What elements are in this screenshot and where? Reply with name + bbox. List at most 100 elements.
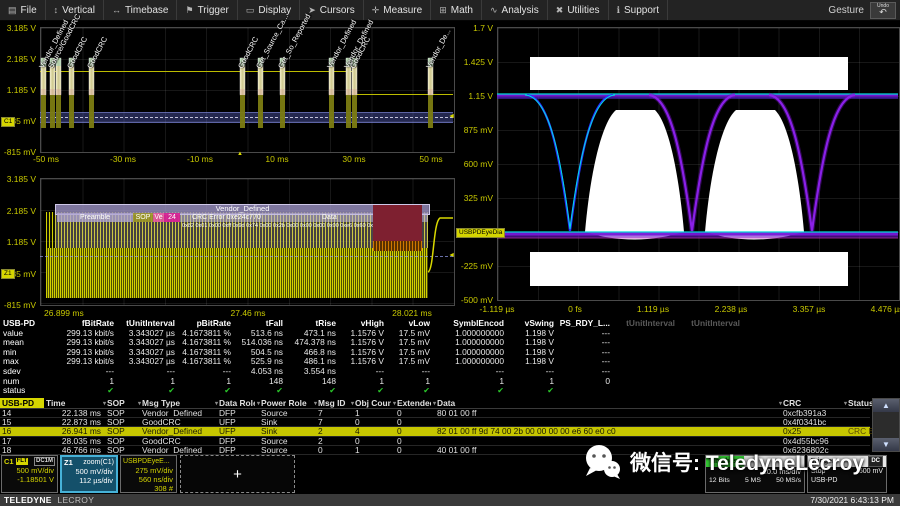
sort-arrow-icon: ▾ bbox=[138, 401, 141, 407]
menu-item-measure[interactable]: ✛Measure bbox=[364, 0, 431, 20]
protocol-row[interactable]: 1626.941 msSOPVendor_DefinedUFPSink24082… bbox=[0, 427, 870, 436]
zoom-plot-y-label: 2.185 V bbox=[0, 206, 36, 216]
measure-value: 1 bbox=[433, 377, 507, 387]
burst-low-segment bbox=[240, 95, 245, 128]
watermark-text: 微信号: TeledyneLecroy bbox=[630, 447, 864, 477]
main-waveform-plot[interactable]: Vendor_DefinedSource/GoodCRCGoodCRCGoodC… bbox=[0, 21, 455, 171]
protocol-cell: 26.941 ms bbox=[44, 427, 105, 435]
undo-icon: ↶ bbox=[879, 8, 887, 17]
burst-low-segment bbox=[352, 95, 357, 128]
protocol-row[interactable]: 1422.138 msSOPVendor_DefinedDFPSource710… bbox=[0, 409, 870, 418]
protocol-cell: 80 01 00 ff bbox=[435, 409, 781, 417]
menu-item-support[interactable]: ℹSupport bbox=[609, 0, 668, 20]
protocol-column-header[interactable]: ▾Data bbox=[431, 398, 777, 408]
decoded-packet-burst[interactable] bbox=[56, 58, 61, 128]
z1-ground-marker[interactable]: Z1 bbox=[1, 269, 15, 279]
measure-value bbox=[678, 367, 743, 377]
measure-value: --- bbox=[433, 367, 507, 377]
protocol-cell: 0 bbox=[395, 446, 435, 454]
scroll-up-icon[interactable]: ▲ bbox=[873, 399, 899, 412]
protocol-column-header[interactable]: ▾SOP bbox=[101, 398, 136, 408]
menu-item-label: Display bbox=[258, 5, 291, 16]
protocol-header-label: Obj Count bbox=[355, 398, 391, 408]
menu-item-math[interactable]: ⊞Math bbox=[431, 0, 482, 20]
measure-column-header[interactable]: tUnitInterval bbox=[678, 319, 743, 329]
measure-value: --- bbox=[117, 367, 178, 377]
eye-trace-descriptor[interactable]: USBPDEyeE... 275 mV/div 560 ns/div 308 # bbox=[120, 455, 177, 493]
menu-item-display[interactable]: ▭Display bbox=[238, 0, 300, 20]
protocol-scrollbar[interactable]: ▲ ▼ bbox=[872, 398, 900, 452]
protocol-column-header[interactable]: ▾CRC bbox=[777, 398, 842, 408]
protocol-column-header[interactable]: ▾Obj Count bbox=[349, 398, 391, 408]
menu-item-timebase[interactable]: ↔Timebase bbox=[104, 0, 178, 20]
protocol-column-header[interactable]: ▾Extended bbox=[391, 398, 431, 408]
decode-field-vendor[interactable]: Ve bbox=[153, 213, 164, 222]
zoom-region-highlight[interactable] bbox=[40, 112, 453, 123]
eye-trace-badge[interactable]: USBPDEyeDia bbox=[456, 228, 505, 238]
menu-item-file[interactable]: ▤File bbox=[0, 0, 46, 20]
main-plot-x-label: -10 ms bbox=[180, 154, 220, 164]
measure-value: ✔ bbox=[387, 386, 433, 396]
protocol-row[interactable]: 1522.873 msSOPGoodCRCUFPSink7000x4f0341b… bbox=[0, 418, 870, 427]
protocol-cell: Source bbox=[259, 446, 316, 454]
protocol-cell: Vendor_Defined bbox=[140, 409, 217, 417]
protocol-cell: Vendor_Defined bbox=[140, 427, 217, 435]
measure-row-max: max299.13 kbit/s3.343027 µs4.1673811 %52… bbox=[0, 357, 900, 367]
decode-crc-error-label: CRC Error 0xe24c770 bbox=[192, 214, 261, 221]
measure-value bbox=[678, 377, 743, 387]
protocol-cell: DFP bbox=[217, 437, 259, 445]
undo-button[interactable]: Undo ↶ bbox=[870, 2, 896, 19]
c1-channel-descriptor[interactable]: C1 FLT DC1M 500 mV/div -1.18501 V bbox=[1, 455, 58, 493]
protocol-cell: 0 bbox=[316, 446, 353, 454]
zoom-waveform-plot[interactable]: Vendor_Defined Preamble SOP Ve 24 CRC Er… bbox=[0, 172, 455, 318]
protocol-cell: 1 bbox=[353, 446, 395, 454]
protocol-header-label: Msg Type bbox=[142, 398, 180, 408]
bottom-status-strip bbox=[0, 494, 900, 506]
datetime-display: 7/30/2021 6:43:13 PM bbox=[810, 495, 894, 505]
protocol-column-header[interactable]: ▾Msg ID bbox=[312, 398, 349, 408]
decode-field-count[interactable]: 24 bbox=[164, 213, 180, 222]
wechat-icon bbox=[582, 444, 622, 480]
measure-column-header[interactable]: tUnitInterval bbox=[613, 319, 678, 329]
trigger-level-marker[interactable]: ◄ bbox=[448, 113, 455, 120]
menu-item-trigger[interactable]: ⚑Trigger bbox=[177, 0, 237, 20]
protocol-row-index: 14 bbox=[0, 409, 44, 417]
eye-mask-hexagon-left bbox=[585, 110, 684, 240]
trigger-time-marker[interactable]: ▲ bbox=[237, 151, 243, 157]
eye-diagram-plot[interactable]: USBPDEyeDia 1.7 V1.425 V1.15 V875 mV600 … bbox=[455, 21, 900, 318]
protocol-cell: 0 bbox=[353, 437, 395, 445]
decode-field-preamble[interactable]: Preamble bbox=[57, 213, 133, 222]
menu-item-utilities[interactable]: ✖Utilities bbox=[548, 0, 609, 20]
cursors-icon: ➤ bbox=[308, 5, 316, 16]
vertical-icon: ↕ bbox=[54, 5, 59, 15]
menu-items: ▤File↕Vertical↔Timebase⚑Trigger▭Display➤… bbox=[0, 0, 668, 20]
menu-item-analysis[interactable]: ∿Analysis bbox=[482, 0, 548, 20]
math-icon: ⊞ bbox=[439, 5, 447, 16]
measure-value: 1 bbox=[48, 377, 117, 387]
measure-value: ✔ bbox=[48, 386, 117, 396]
c1-ground-marker[interactable]: C1 bbox=[1, 117, 15, 127]
menu-item-label: Analysis bbox=[502, 5, 539, 16]
scroll-down-icon[interactable]: ▼ bbox=[873, 438, 899, 451]
z1-zoom-descriptor[interactable]: Z1 zoom(C1) 500 mV/div 112 µs/div bbox=[60, 455, 118, 493]
burst-low-segment bbox=[50, 95, 55, 128]
add-trace-button[interactable]: + bbox=[180, 455, 295, 493]
protocol-column-header[interactable]: ▾Msg Type bbox=[136, 398, 213, 408]
measure-value: ✔ bbox=[339, 386, 387, 396]
c1-coupling-badge: DC1M bbox=[34, 457, 55, 466]
protocol-column-header[interactable]: ▾Data Role bbox=[213, 398, 255, 408]
protocol-cell: Source bbox=[259, 409, 316, 417]
protocol-column-header[interactable]: Time bbox=[44, 398, 101, 408]
main-plot-x-label: 30 ms bbox=[334, 154, 374, 164]
zoom-plot-x-label: 28.021 ms bbox=[382, 308, 442, 318]
sort-arrow-icon: ▾ bbox=[314, 401, 317, 407]
measure-value bbox=[613, 386, 678, 396]
protocol-cell: 82 01 00 ff 9d 74 00 2b 00 00 00 00 e6 6… bbox=[435, 427, 781, 435]
protocol-cell: 0 bbox=[395, 418, 435, 426]
sort-arrow-icon: ▾ bbox=[433, 401, 436, 407]
decode-field-sop[interactable]: SOP bbox=[133, 213, 153, 222]
protocol-column-header[interactable]: ▾Power Role bbox=[255, 398, 312, 408]
protocol-cell: 7 bbox=[316, 409, 353, 417]
protocol-cell: 0 bbox=[353, 418, 395, 426]
eye-volts-per-div: 275 mV/div bbox=[121, 466, 176, 475]
